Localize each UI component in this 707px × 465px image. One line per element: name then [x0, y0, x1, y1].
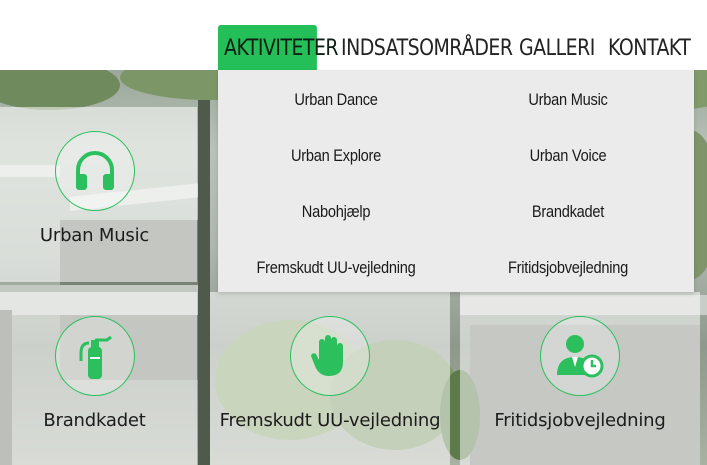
- tile-fremskudt-uu-vejledning[interactable]: Fremskudt UU-vejledning: [210, 292, 450, 465]
- tile-label-urban-music: Urban Music: [39, 225, 150, 246]
- dropdown-item-fritidsjobvejledning[interactable]: Fritidsjobvejledning: [467, 240, 670, 296]
- dropdown-item-urban-explore[interactable]: Urban Explore: [235, 128, 438, 184]
- nav-item-galleri[interactable]: GALLERI: [513, 25, 595, 70]
- aktiviteter-dropdown-menu: Urban Dance Urban Music Urban Explore Ur…: [218, 70, 694, 292]
- dropdown-item-urban-music[interactable]: Urban Music: [467, 72, 670, 128]
- tile-brandkadet[interactable]: Brandkadet: [0, 292, 197, 465]
- tile-label-fritidsjobvejledning: Fritidsjobvejledning: [494, 410, 666, 431]
- fire-extinguisher-icon: [54, 316, 135, 396]
- nav-item-aktiviteter[interactable]: AKTIVITETER: [218, 25, 339, 70]
- dropdown-item-nabohjaelp[interactable]: Nabohjælp: [235, 184, 438, 240]
- dropdown-item-urban-voice[interactable]: Urban Voice: [467, 128, 670, 184]
- nav-item-indsatsomrader[interactable]: INDSATSOMRÅDER: [335, 25, 513, 70]
- tile-fritidsjobvejledning[interactable]: Fritidsjobvejledning: [460, 292, 700, 465]
- tile-label-fremskudt-uu-vejledning: Fremskudt UU-vejledning: [219, 410, 441, 431]
- dropdown-item-fremskudt-uu-vejledning[interactable]: Fremskudt UU-vejledning: [235, 240, 438, 296]
- person-clock-icon: [540, 316, 620, 396]
- headphones-icon: [54, 131, 135, 211]
- nav-item-kontakt[interactable]: KONTAKT: [602, 25, 691, 70]
- dropdown-item-brandkadet[interactable]: Brandkadet: [467, 184, 670, 240]
- raised-hand-icon: [290, 316, 370, 396]
- site-header: AKTIVITETER INDSATSOMRÅDER GALLERI KONTA…: [0, 0, 707, 70]
- tile-urban-music[interactable]: Urban Music: [0, 107, 197, 282]
- dropdown-item-urban-dance[interactable]: Urban Dance: [235, 72, 438, 128]
- tile-label-brandkadet: Brandkadet: [43, 410, 146, 431]
